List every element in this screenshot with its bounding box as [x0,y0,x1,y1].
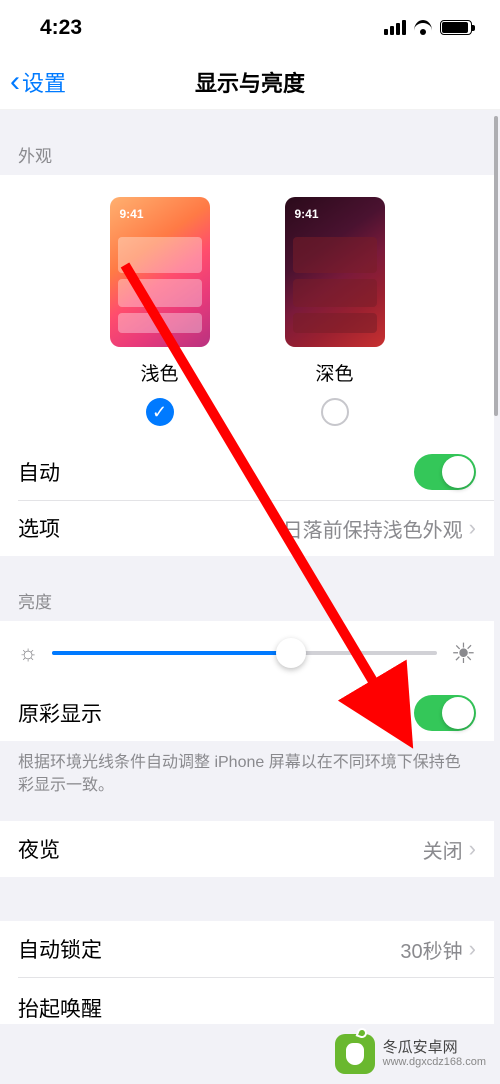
auto-lock-value: 30秒钟 › [400,935,476,964]
auto-lock-section: 自动锁定 30秒钟 › 抬起唤醒 [0,921,494,1024]
raise-to-wake-row: 抬起唤醒 [0,977,494,1024]
light-mode-radio[interactable]: ✓ [146,398,174,426]
nav-bar: ‹ 设置 显示与亮度 [0,55,500,110]
auto-label: 自动 [18,457,60,487]
options-label: 选项 [18,513,60,543]
night-shift-section: 夜览 关闭 › [0,821,494,877]
status-indicators [384,20,472,36]
status-bar: 4:23 [0,0,500,55]
light-mode-preview: 9:41 [110,197,210,347]
options-value: 日落前保持浅色外观 › [283,514,476,543]
dark-mode-preview: 9:41 [285,197,385,347]
dark-mode-radio[interactable] [321,398,349,426]
brightness-slider[interactable] [52,638,437,668]
appearance-section: 9:41 浅色 ✓ 9:41 深色 [0,175,494,444]
wifi-icon [412,20,434,36]
auto-section: 自动 选项 日落前保持浅色外观 › [0,444,494,556]
brightness-slider-row: ☼ ☀ [0,621,494,685]
brightness-header: 亮度 [0,556,494,621]
true-tone-toggle[interactable] [414,695,476,731]
true-tone-row: 原彩显示 [0,685,494,741]
battery-icon [440,20,472,35]
watermark: 冬瓜安卓网 www.dgxcdz168.com [335,1024,500,1084]
chevron-right-icon: › [469,515,476,541]
status-time: 4:23 [40,16,82,40]
auto-lock-row[interactable]: 自动锁定 30秒钟 › [0,921,494,977]
night-shift-row[interactable]: 夜览 关闭 › [0,821,494,877]
watermark-url: www.dgxcdz168.com [383,1056,486,1069]
brightness-section: ☼ ☀ 原彩显示 [0,621,494,741]
true-tone-label: 原彩显示 [18,698,102,728]
auto-row: 自动 [0,444,494,500]
brightness-low-icon: ☼ [18,640,38,666]
true-tone-footer: 根据环境光线条件自动调整 iPhone 屏幕以在不同环境下保持色彩显示一致。 [0,741,494,805]
night-shift-value: 关闭 › [423,835,476,864]
cellular-signal-icon [384,20,406,35]
chevron-right-icon: › [469,936,476,962]
chevron-right-icon: › [469,836,476,862]
raise-to-wake-label: 抬起唤醒 [18,993,102,1023]
dark-mode-label: 深色 [315,359,353,386]
scrollbar[interactable] [494,116,498,416]
night-shift-label: 夜览 [18,834,60,864]
back-button[interactable]: ‹ 设置 [10,66,66,98]
auto-toggle[interactable] [414,454,476,490]
brightness-high-icon: ☀ [451,637,476,670]
settings-content: 外观 9:41 浅色 ✓ 9:41 深色 自动 选项 日落前保持浅 [0,110,494,1024]
watermark-logo-icon [335,1034,375,1074]
options-row[interactable]: 选项 日落前保持浅色外观 › [0,500,494,556]
appearance-header: 外观 [0,110,494,175]
chevron-left-icon: ‹ [10,67,20,97]
appearance-option-dark[interactable]: 9:41 深色 [285,197,385,426]
auto-lock-label: 自动锁定 [18,934,102,964]
back-label: 设置 [22,66,66,98]
appearance-option-light[interactable]: 9:41 浅色 ✓ [110,197,210,426]
watermark-title: 冬瓜安卓网 [383,1039,458,1056]
page-title: 显示与亮度 [195,66,305,98]
light-mode-label: 浅色 [140,359,178,386]
